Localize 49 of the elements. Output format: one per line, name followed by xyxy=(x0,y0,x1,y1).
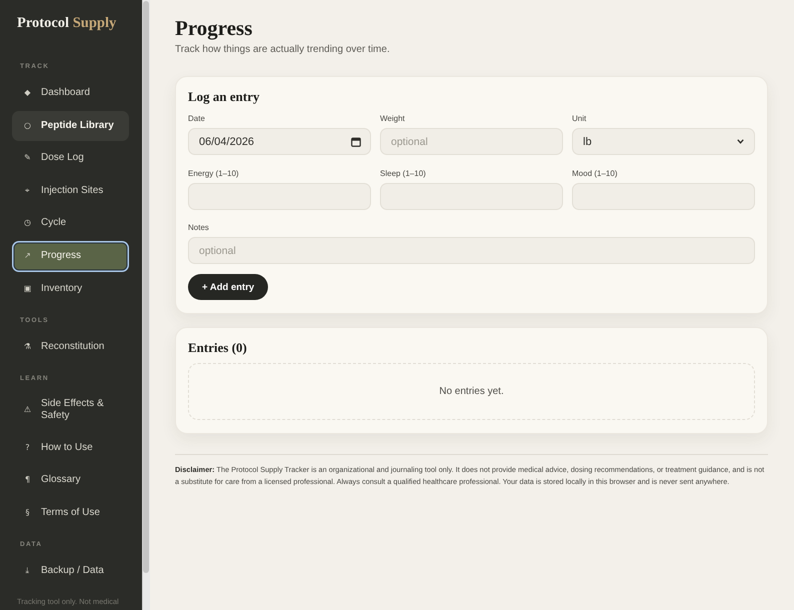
field-label: Mood (1–10) xyxy=(572,168,618,178)
section-sign-icon: § xyxy=(23,508,32,518)
pilcrow-icon: ¶ xyxy=(23,475,32,485)
download-icon: ⤓ xyxy=(23,566,32,576)
card-title: Log an entry xyxy=(188,89,260,105)
warning-icon: ⚠ xyxy=(23,405,32,415)
square-icon: ▣ xyxy=(23,284,32,294)
input-field[interactable]: optional xyxy=(380,128,563,155)
date-field[interactable]: 06/04/2026 xyxy=(188,128,371,155)
page-subtitle: Track how things are actually trending over time. xyxy=(175,43,390,57)
chevron-icon xyxy=(737,139,744,144)
nav-item[interactable]: ◆ Dashboard xyxy=(12,78,129,108)
brand-logo[interactable]: Protocol Supply xyxy=(17,12,116,34)
input-field[interactable] xyxy=(380,182,563,210)
card-title: Entries (0) xyxy=(188,340,247,356)
nav-item[interactable]: ? How to Use xyxy=(12,432,129,462)
field-label: Unit xyxy=(572,114,586,123)
nav-item[interactable]: § Terms of Use xyxy=(12,498,129,528)
field-label: Date xyxy=(188,114,205,123)
nav-item[interactable]: ▣ Inventory xyxy=(12,274,129,304)
flask-icon: ⚗ xyxy=(23,342,32,352)
nav-item[interactable]: ◷ Cycle xyxy=(12,208,129,238)
crosshair-icon: ⌖ xyxy=(23,186,32,196)
empty-message: No entries yet. xyxy=(439,386,504,397)
nav-item[interactable]: ¶ Glossary xyxy=(12,465,129,495)
pencil-icon: ✎ xyxy=(23,153,32,163)
arrow-icon: ↗ xyxy=(23,251,32,261)
circle-icon: ○ xyxy=(23,120,32,130)
page-title: Progress xyxy=(175,15,252,42)
field-label: Notes xyxy=(188,223,209,232)
input-field[interactable] xyxy=(188,182,371,210)
nav-item[interactable]: ⚗ Reconstitution xyxy=(12,332,129,362)
input-field[interactable] xyxy=(572,182,755,210)
nav-item[interactable]: ○ Peptide Library xyxy=(12,110,129,140)
calendar-icon[interactable] xyxy=(351,136,361,146)
field-label: Weight xyxy=(380,114,405,123)
scrollbar-thumb[interactable] xyxy=(143,1,149,573)
field-label: Energy (1–10) xyxy=(188,168,239,178)
clock-icon: ◷ xyxy=(23,218,32,228)
nav-item[interactable]: ↗ Progress xyxy=(12,240,129,272)
add-entry-button[interactable]: + Add entry xyxy=(188,274,268,300)
input-field[interactable]: optional xyxy=(188,237,755,264)
dropdown-field[interactable]: lb xyxy=(572,128,755,155)
nav-item[interactable]: ⌖ Injection Sites xyxy=(12,176,129,206)
nav-item[interactable]: ⤓ Backup / Data xyxy=(12,556,129,586)
field-label: Sleep (1–10) xyxy=(380,168,426,178)
question-icon: ? xyxy=(23,442,32,452)
nav-item[interactable]: ✎ Dose Log xyxy=(12,143,129,173)
diamond-icon: ◆ xyxy=(23,88,32,98)
